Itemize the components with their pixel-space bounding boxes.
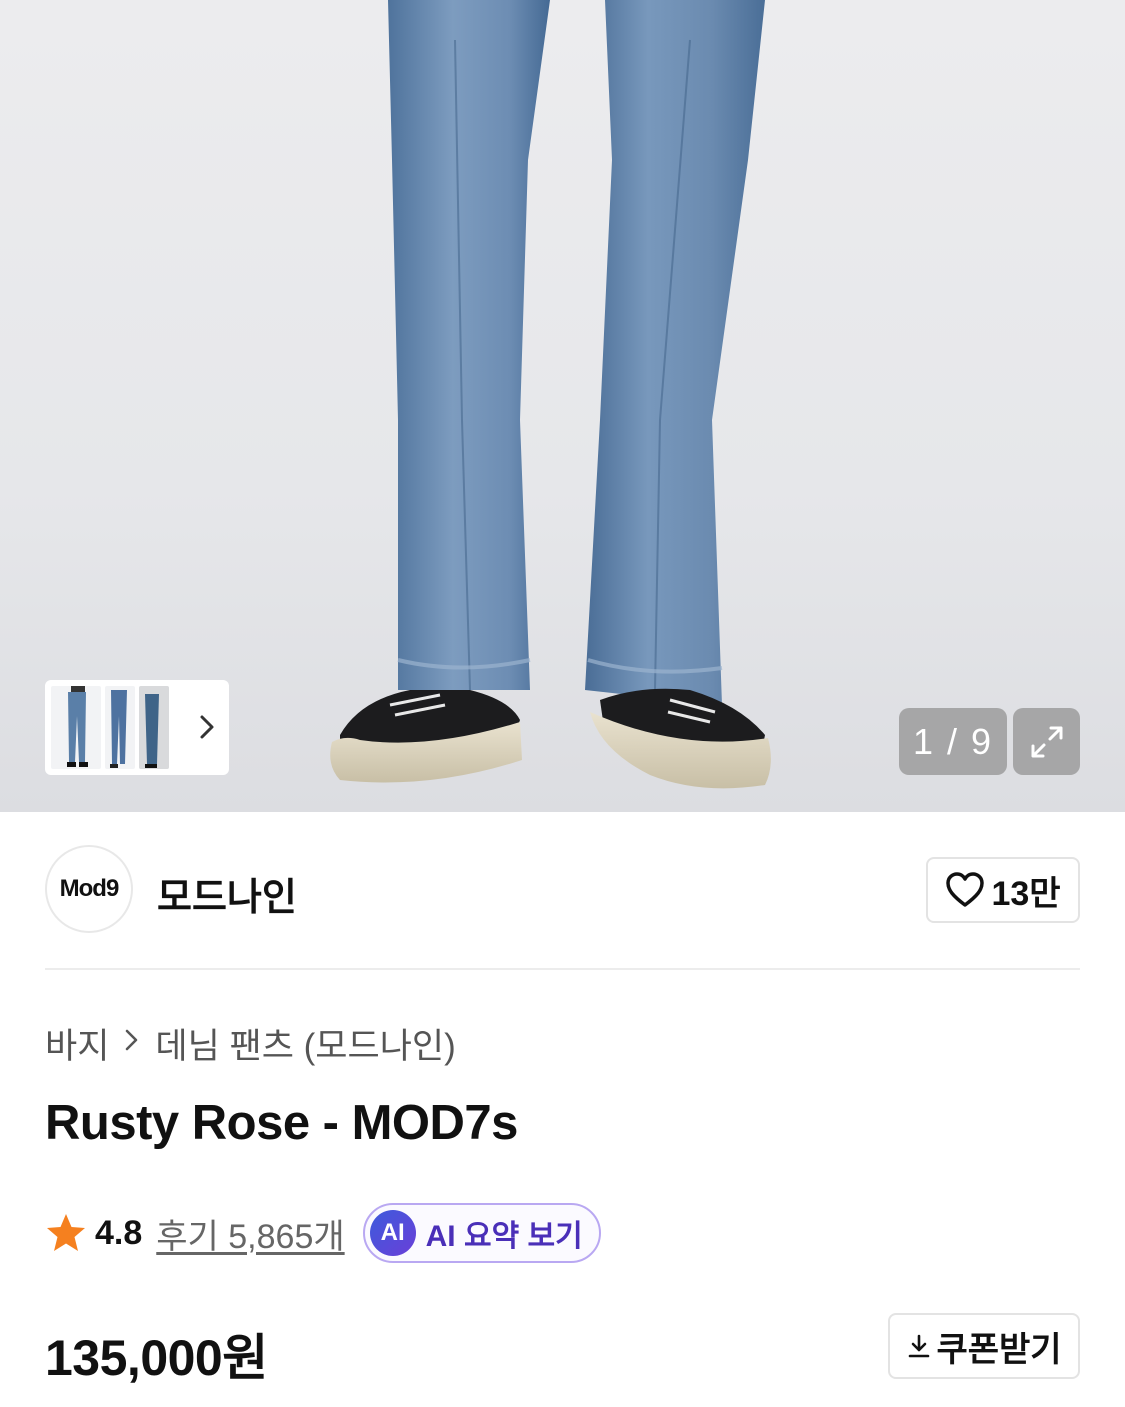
ai-summary-label: AI 요약 보기 [425,1220,583,1253]
thumbnail-3[interactable] [139,686,169,769]
chevron-right-icon[interactable] [197,713,217,741]
review-link[interactable]: 후기 5,865개 [156,1209,344,1258]
fullscreen-button[interactable] [1013,708,1080,775]
thumbnail-2[interactable] [105,686,135,769]
product-image-gallery[interactable]: 1 / 9 [0,0,1125,812]
rating-value: 4.8 [95,1213,143,1252]
brand-logo-text: Mod9 [59,875,120,902]
thumbnail-strip[interactable] [45,680,229,775]
download-icon [909,1334,930,1358]
heart-icon [946,872,985,907]
like-count: 13만 [991,874,1061,913]
ai-summary-button[interactable]: AI AI 요약 보기 [362,1203,601,1263]
brand-logo[interactable]: Mod9 [45,845,133,933]
coupon-button[interactable]: 쿠폰받기 [888,1313,1080,1379]
ai-icon: AI [369,1210,416,1256]
coupon-label: 쿠폰받기 [936,1330,1062,1369]
like-button[interactable]: 13만 [926,857,1080,923]
rating-row: 4.8 후기 5,865개 AI AI 요약 보기 [45,1203,601,1263]
expand-icon [1031,726,1062,757]
breadcrumb-item-pants[interactable]: 바지 [45,1018,109,1069]
divider [45,968,1080,970]
thumbnail-1[interactable] [51,686,101,769]
star-icon [47,1214,85,1251]
product-title: Rusty Rose - MOD7s [45,1096,518,1150]
image-counter: 1 / 9 [899,708,1007,775]
product-price: 135,000원 [45,1330,268,1386]
breadcrumb-item-denim[interactable]: 데님 팬츠 (모드나인) [155,1018,455,1069]
breadcrumb: 바지 데님 팬츠 (모드나인) [45,1018,456,1069]
chevron-right-icon [123,1027,141,1061]
brand-name[interactable]: 모드나인 [157,866,297,921]
